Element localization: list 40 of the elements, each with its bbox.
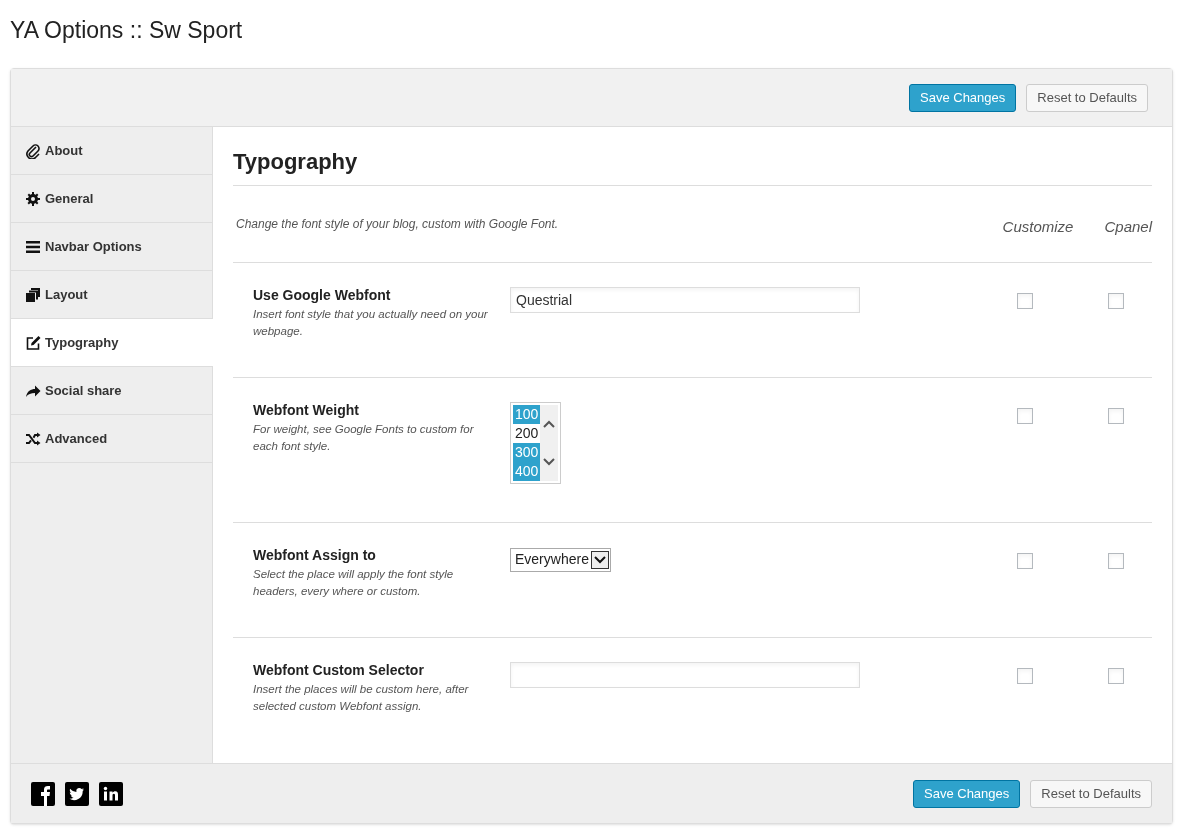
reset-defaults-button[interactable]: Reset to Defaults [1030, 779, 1152, 808]
text-input-field[interactable] [510, 662, 860, 688]
option-help: Select the place will apply the font style headers, every where or custom. [253, 567, 455, 599]
caret-icon [593, 555, 606, 564]
page-title: YA Options :: Sw Sport [9, 16, 244, 45]
shuffle-icon [25, 430, 41, 447]
checkbox[interactable] [1017, 408, 1033, 424]
checkbox[interactable] [1108, 293, 1124, 309]
column-header: Cpanel [1103, 216, 1152, 237]
column-header: Customize [1001, 216, 1075, 237]
option-label: Webfont Assign to [253, 546, 377, 565]
checkbox[interactable] [1108, 668, 1124, 684]
edit-icon [25, 334, 41, 351]
checkbox[interactable] [1108, 408, 1124, 424]
linkedin-icon[interactable] [99, 781, 123, 806]
option-label: Webfont Custom Selector [253, 661, 425, 680]
section-title: Typography [233, 147, 1152, 186]
facebook-icon[interactable] [31, 781, 55, 806]
scroll-up-icon[interactable] [543, 420, 556, 428]
option-help: Insert font style that you actually need on your webpage. [253, 307, 489, 339]
checkbox[interactable] [1017, 553, 1033, 569]
option-help: For weight, see Google Fonts to custom for each font style. [253, 422, 475, 454]
checkbox[interactable] [1017, 668, 1033, 684]
sidebar-tab[interactable]: Typography [11, 319, 213, 367]
multi-select-list[interactable]: 100 200 300 400 [510, 402, 561, 484]
option-label: Webfont Weight [253, 401, 361, 420]
stacked-squares-icon [25, 286, 41, 303]
option-help: Insert the places will be custom here, after selected custom Webfont assign. [253, 682, 470, 714]
checkbox[interactable] [1108, 553, 1124, 569]
section-description: Change the font style of your blog, custom with Google Font. [235, 216, 560, 233]
scroll-down-icon[interactable] [543, 458, 556, 466]
settings-icon [25, 190, 41, 207]
paperclip-icon [25, 142, 41, 159]
twitter-icon[interactable] [65, 781, 89, 806]
checkbox[interactable] [1017, 293, 1033, 309]
text-input-field[interactable]: Questrial [510, 287, 860, 313]
dropdown-select[interactable]: Everywhere [510, 547, 611, 572]
menu-icon [25, 238, 41, 255]
option-label: Use Google Webfont [253, 286, 392, 305]
reset-defaults-button[interactable]: Reset to Defaults [1026, 83, 1148, 112]
